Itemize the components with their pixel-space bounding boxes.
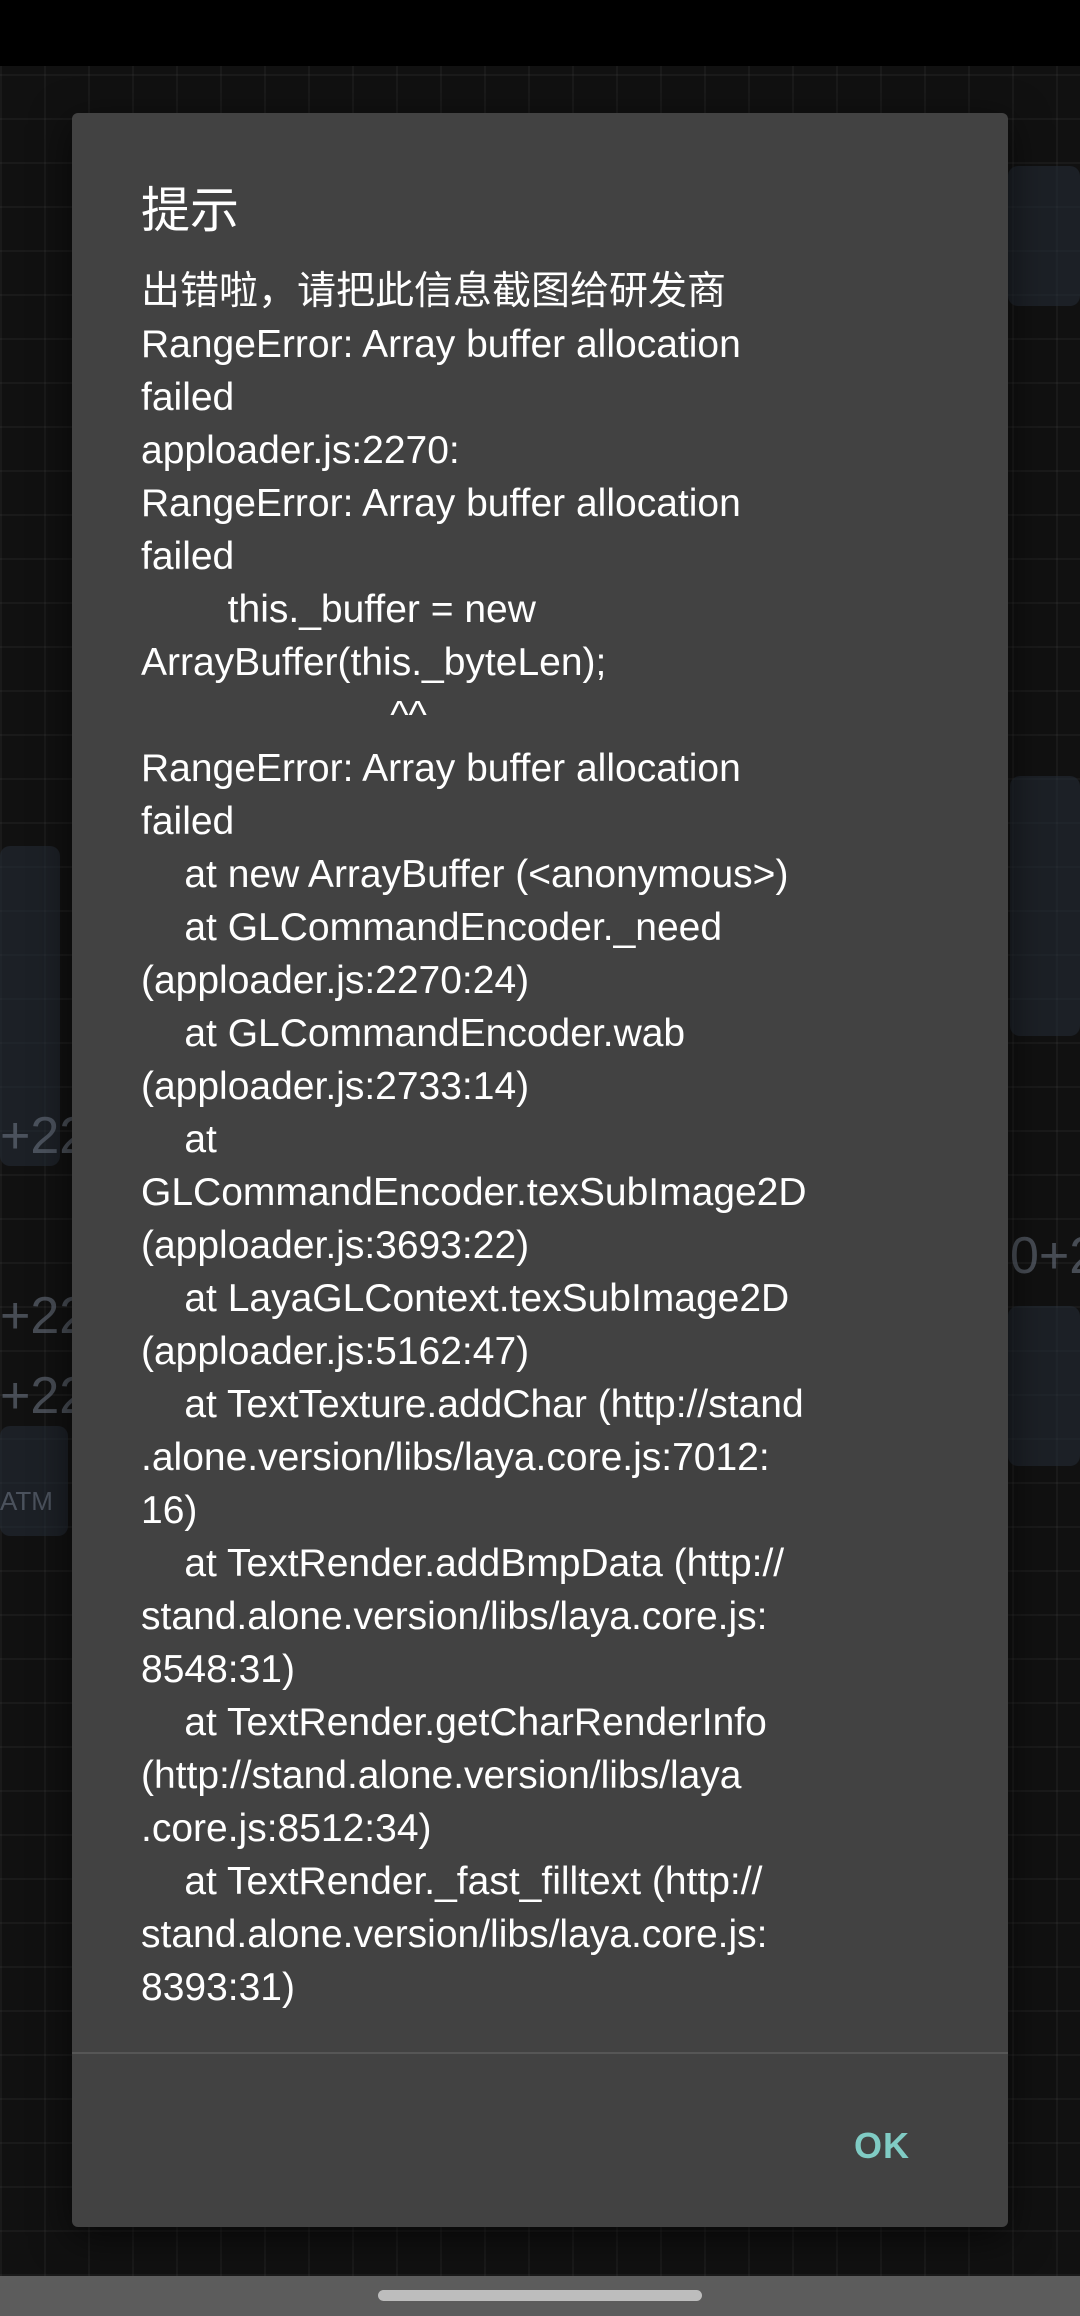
error-message: 出错啦，请把此信息截图给研发商 RangeError: Array buffer… (141, 270, 807, 2009)
home-gesture-handle[interactable] (378, 2290, 702, 2301)
background-text: 0+2 (1010, 1227, 1080, 1285)
background-tile (0, 1426, 68, 1536)
background-tile (1010, 776, 1080, 1036)
error-dialog: 提示 出错啦，请把此信息截图给研发商 RangeError: Array buf… (72, 113, 1008, 2227)
screen: +22 +22 +22 0+2 ATM 提示 出错啦，请把此信息截图给研发商 R… (0, 0, 1080, 2316)
navigation-bar (0, 2276, 1080, 2316)
background-tile (1008, 1306, 1080, 1466)
dialog-title: 提示 (141, 184, 240, 238)
ok-button[interactable]: OK (846, 2115, 918, 2177)
dialog-divider (72, 2052, 1008, 2054)
dialog-body[interactable]: 出错啦，请把此信息截图给研发商 RangeError: Array buffer… (141, 265, 991, 2159)
background-tile (1008, 166, 1080, 306)
status-bar (0, 0, 1080, 66)
background-text: ATM (0, 1486, 53, 1516)
